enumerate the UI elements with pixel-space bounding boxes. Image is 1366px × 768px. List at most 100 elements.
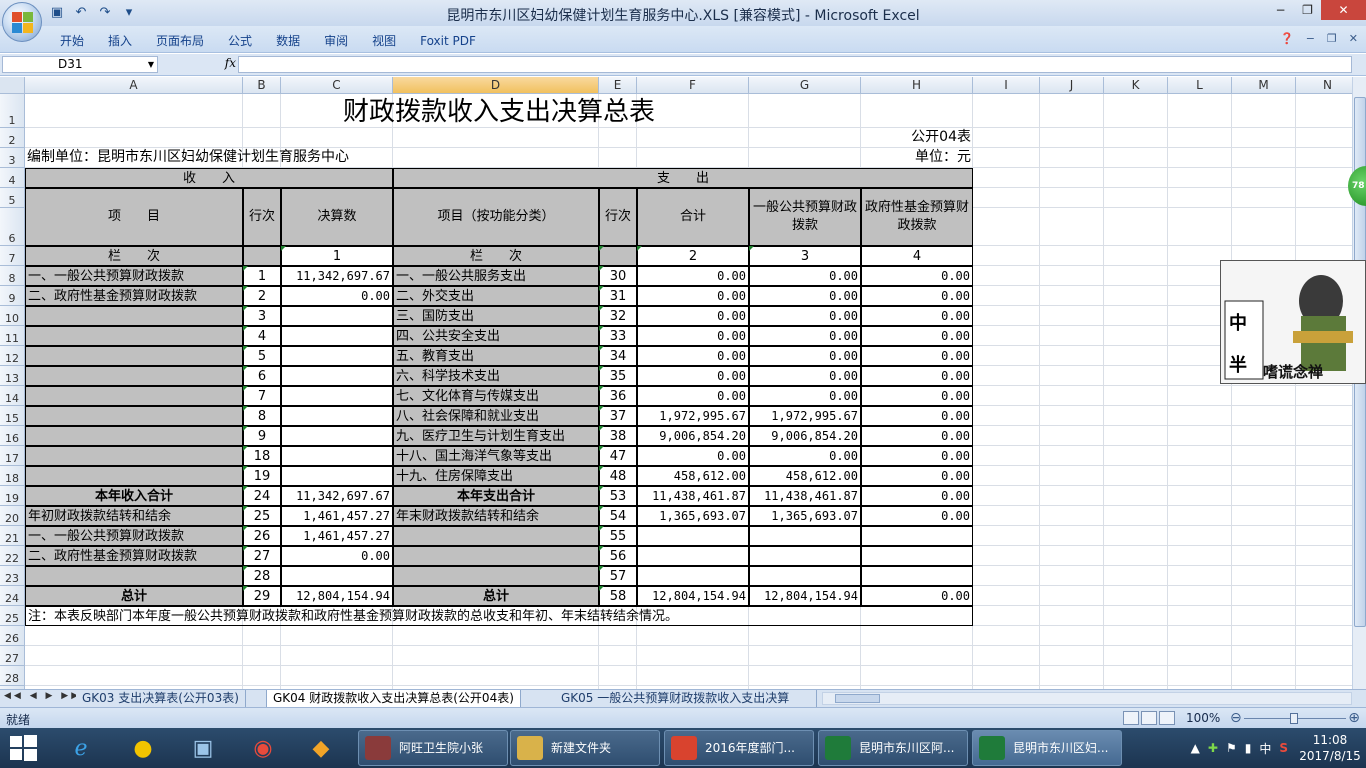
- row-header[interactable]: 15: [0, 406, 25, 426]
- column-header-j[interactable]: J: [1040, 77, 1104, 94]
- row-header[interactable]: 16: [0, 426, 25, 446]
- row-header[interactable]: 22: [0, 546, 25, 566]
- tray-signal-icon[interactable]: ▮: [1245, 741, 1252, 755]
- row-header[interactable]: 14: [0, 386, 25, 406]
- zoom-out-icon[interactable]: ⊖: [1230, 710, 1242, 726]
- sheet-tab-gk03[interactable]: GK03 支出决算表(公开03表): [76, 690, 246, 707]
- row-header[interactable]: 18: [0, 466, 25, 486]
- zoom-knob[interactable]: [1290, 713, 1298, 724]
- music-player-icon[interactable]: ●: [120, 731, 166, 765]
- zoom-level[interactable]: 100%: [1186, 711, 1220, 725]
- row-header[interactable]: 3: [0, 148, 25, 168]
- row-header[interactable]: 4: [0, 168, 25, 188]
- tab-page-layout[interactable]: 页面布局: [144, 32, 216, 50]
- row-header[interactable]: 28: [0, 666, 25, 686]
- ribbon-close-icon[interactable]: ✕: [1349, 32, 1358, 45]
- row-header[interactable]: 7: [0, 246, 25, 266]
- row-header[interactable]: 13: [0, 366, 25, 386]
- tray-ime[interactable]: 中: [1259, 740, 1271, 757]
- row-header[interactable]: 12: [0, 346, 25, 366]
- office-button[interactable]: [2, 2, 42, 42]
- row-header[interactable]: 24: [0, 586, 25, 606]
- tray-network-icon[interactable]: ⚑: [1226, 741, 1237, 755]
- zoom-in-icon[interactable]: ⊕: [1348, 710, 1360, 726]
- row-header[interactable]: 21: [0, 526, 25, 546]
- tray-security-icon[interactable]: ✚: [1208, 741, 1218, 755]
- ie-icon[interactable]: ℯ: [58, 731, 104, 765]
- row-header[interactable]: 10: [0, 306, 25, 326]
- tray-expand-icon[interactable]: ▲: [1191, 741, 1200, 755]
- restore-button[interactable]: ❐: [1294, 0, 1321, 20]
- row-header[interactable]: 23: [0, 566, 25, 586]
- close-button[interactable]: ✕: [1321, 0, 1366, 20]
- taskbar-item-chat[interactable]: 阿旺卫生院小张: [358, 730, 508, 766]
- column-header-m[interactable]: M: [1232, 77, 1296, 94]
- horizontal-scrollbar[interactable]: [822, 692, 1352, 705]
- start-button[interactable]: [8, 734, 38, 762]
- title-bar: ▣ ↶ ↷ ▾ 昆明市东川区妇幼保健计划生育服务中心.XLS [兼容模式] - …: [0, 0, 1366, 26]
- taskbar-item-doc[interactable]: 2016年度部门...: [664, 730, 814, 766]
- select-all-corner[interactable]: [0, 77, 25, 94]
- worksheet-grid[interactable]: A B C D E F G H I J K L M N 1 2 3 4 5 6 7 8 9 10 11 12 13 14 15 16 17 1…: [0, 77, 1352, 691]
- tab-insert[interactable]: 插入: [96, 32, 144, 50]
- row-header[interactable]: 1: [0, 94, 25, 128]
- row-header[interactable]: 27: [0, 646, 25, 666]
- row-header[interactable]: 19: [0, 486, 25, 506]
- row-header[interactable]: 9: [0, 286, 25, 306]
- tab-foxit-pdf[interactable]: Foxit PDF: [408, 32, 488, 50]
- row-header[interactable]: 25: [0, 606, 25, 626]
- column-header-d[interactable]: D: [393, 77, 599, 94]
- app-icon[interactable]: ◆: [298, 731, 344, 765]
- zoom-slider[interactable]: ⊖ ⊕: [1230, 710, 1360, 726]
- sheet-tab-gk05[interactable]: GK05 一般公共预算财政拨款收入支出决算: [555, 690, 817, 707]
- ribbon-restore-icon[interactable]: ❐: [1327, 32, 1337, 45]
- insert-function-icon[interactable]: fx: [196, 56, 236, 73]
- sheet-nav-buttons[interactable]: ◀◀ ◀ ▶ ▶▶: [4, 691, 81, 701]
- column-header-n[interactable]: N: [1296, 77, 1352, 94]
- name-box-dropdown-icon[interactable]: ▼: [148, 57, 154, 72]
- tray-sogou-icon[interactable]: S: [1279, 741, 1288, 755]
- taskbar-item-excel-1[interactable]: 昆明市东川区阿...: [818, 730, 968, 766]
- column-header-k[interactable]: K: [1104, 77, 1168, 94]
- horizontal-scroll-thumb[interactable]: [835, 694, 880, 703]
- row-header[interactable]: 20: [0, 506, 25, 526]
- desktop-gadget[interactable]: 中 半 嗜谎念禅: [1220, 260, 1366, 384]
- tab-review[interactable]: 审阅: [312, 32, 360, 50]
- clock[interactable]: 11:08 2017/8/15: [1294, 732, 1366, 764]
- taskbar-item-excel-2[interactable]: 昆明市东川区妇...: [972, 730, 1122, 766]
- taskbar-item-folder[interactable]: 新建文件夹: [510, 730, 660, 766]
- row-header[interactable]: 2: [0, 128, 25, 148]
- help-icon[interactable]: ❓: [1280, 32, 1294, 45]
- row-header[interactable]: 8: [0, 266, 25, 286]
- row-header[interactable]: 26: [0, 626, 25, 646]
- tab-view[interactable]: 视图: [360, 32, 408, 50]
- normal-view-button[interactable]: [1123, 711, 1139, 725]
- column-header-i[interactable]: I: [973, 77, 1040, 94]
- row-header[interactable]: 5: [0, 188, 25, 208]
- row-header[interactable]: 11: [0, 326, 25, 346]
- column-header-b[interactable]: B: [243, 77, 281, 94]
- sheet-tab-gk04[interactable]: GK04 财政拨款收入支出决算总表(公开04表): [266, 690, 521, 707]
- column-header-e[interactable]: E: [599, 77, 637, 94]
- cell-total: 0.00: [637, 306, 749, 326]
- page-break-view-button[interactable]: [1159, 711, 1175, 725]
- column-header-a[interactable]: A: [25, 77, 243, 94]
- name-box[interactable]: D31 ▼: [2, 56, 158, 73]
- column-header-h[interactable]: H: [861, 77, 973, 94]
- minimize-button[interactable]: −: [1267, 0, 1294, 20]
- column-header-f[interactable]: F: [637, 77, 749, 94]
- remote-desktop-icon[interactable]: ▣: [180, 731, 226, 765]
- row-header[interactable]: 17: [0, 446, 25, 466]
- ribbon-minimize-icon[interactable]: −: [1306, 32, 1315, 45]
- column-header-c[interactable]: C: [281, 77, 393, 94]
- tab-home[interactable]: 开始: [48, 32, 96, 50]
- column-header-l[interactable]: L: [1168, 77, 1232, 94]
- tab-data[interactable]: 数据: [264, 32, 312, 50]
- page-layout-view-button[interactable]: [1141, 711, 1157, 725]
- green-triangle-marker: [749, 246, 754, 251]
- browser-360-icon[interactable]: ◉: [240, 731, 286, 765]
- tab-formulas[interactable]: 公式: [216, 32, 264, 50]
- formula-input[interactable]: [238, 56, 1352, 73]
- column-header-g[interactable]: G: [749, 77, 861, 94]
- row-header[interactable]: 6: [0, 208, 25, 246]
